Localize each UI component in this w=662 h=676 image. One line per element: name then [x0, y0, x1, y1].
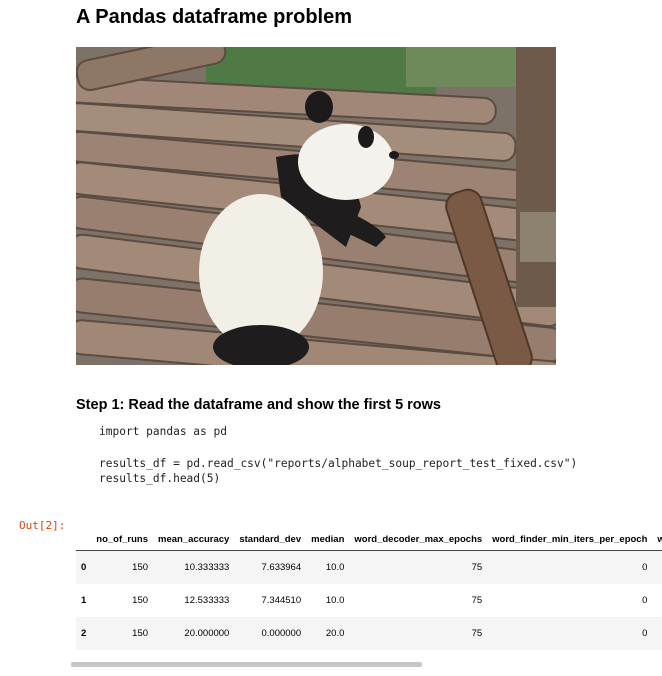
table-cell: 20.0	[306, 617, 350, 650]
table-cell: 10.0	[325, 595, 345, 606]
step1-heading: Step 1: Read the dataframe and show the …	[76, 397, 441, 413]
table-row: 0 150 10.333333 7.633964 10.0 75 0	[76, 550, 662, 584]
table-cell: 7.633964	[234, 550, 307, 584]
table-cell: 12.533333	[184, 595, 230, 606]
table-cell: 0	[487, 617, 653, 650]
row-index: 0	[76, 550, 92, 584]
table-cell: 150	[91, 617, 154, 650]
row-index: 1	[81, 595, 87, 606]
table-row: 1 150 12.533333 7.344510 10.0 75 0	[76, 584, 662, 617]
table-cell: 75	[349, 550, 488, 584]
column-header: word_finder_min_iters_per_epoch	[487, 528, 653, 551]
table-cell: 150	[91, 550, 154, 584]
table-cell: 20.000000	[153, 617, 235, 650]
table-cell: 7.344510	[261, 595, 302, 606]
table-cell: 10.0	[306, 550, 350, 584]
panda-image	[76, 47, 556, 365]
table-cell	[652, 617, 662, 650]
notebook-title: A Pandas dataframe problem	[76, 6, 353, 28]
table-row: 2 150 20.000000 0.000000 20.0 75 0	[76, 617, 662, 650]
output-prompt: Out[2]:	[19, 519, 66, 532]
column-header: median	[306, 528, 350, 551]
column-header: mean_accuracy	[153, 528, 235, 551]
table-header-row: no_of_runs mean_accuracy standard_dev me…	[76, 528, 662, 551]
code-cell[interactable]: import pandas as pd results_df = pd.read…	[99, 424, 577, 487]
table-cell: 0	[642, 595, 648, 606]
column-header: w	[652, 528, 662, 551]
column-header: standard_dev	[234, 528, 307, 551]
table-cell: 150	[132, 595, 149, 606]
column-header	[76, 528, 92, 551]
column-header: no_of_runs	[91, 528, 154, 551]
table-cell	[652, 550, 662, 584]
table-cell: 10.333333	[153, 550, 235, 584]
table-cell	[652, 584, 662, 617]
panda-photo	[76, 47, 556, 365]
column-header: word_decoder_max_epochs	[349, 528, 488, 551]
table-cell: 0	[487, 550, 653, 584]
row-index: 2	[76, 617, 92, 650]
table-cell: 75	[349, 617, 488, 650]
table-cell: 0.000000	[234, 617, 307, 650]
results-table: no_of_runs mean_accuracy standard_dev me…	[76, 528, 662, 650]
dataframe-output[interactable]: no_of_runs mean_accuracy standard_dev me…	[76, 528, 662, 654]
table-cell: 75	[471, 595, 483, 606]
horizontal-scrollbar[interactable]	[71, 662, 422, 667]
